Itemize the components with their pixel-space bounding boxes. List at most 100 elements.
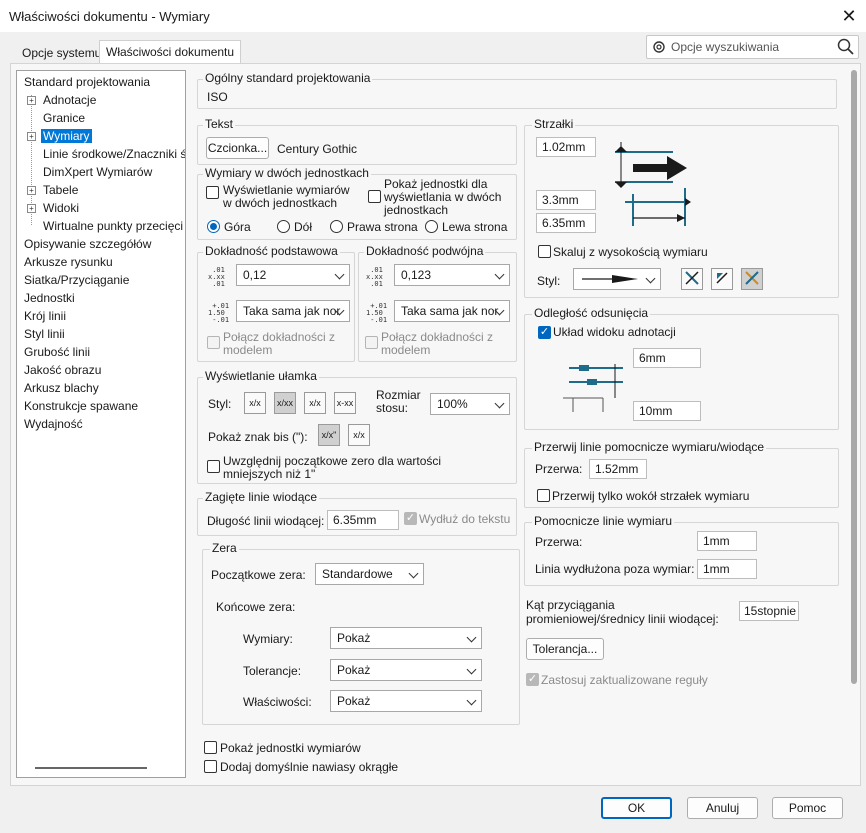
tab-system-options[interactable]: Opcje systemu [16, 42, 107, 64]
arrow-size-2-input[interactable]: 3.3mm [536, 190, 596, 210]
ok-button[interactable]: OK [601, 797, 672, 819]
break-lines-label: Przerwij linie pomocnicze wymiaru/wiodąc… [532, 440, 767, 454]
search-box[interactable]: Opcje wyszukiwania [646, 35, 859, 59]
panel-scrollbar[interactable] [851, 70, 857, 684]
tree-item-centerlines[interactable]: Linie środkowe/Znaczniki ś [43, 147, 185, 161]
tree-item-annotations[interactable]: Adnotacje [43, 93, 96, 107]
fraction-style-3-button[interactable]: x/x [304, 392, 326, 414]
leading-zero-checkbox[interactable] [207, 460, 220, 473]
ext-lines-label: Pomocnicze linie wymiaru [532, 514, 675, 528]
fraction-style-1-button[interactable]: x/x [244, 392, 266, 414]
offset-2-input[interactable]: 10mm [633, 401, 701, 421]
tab-document-properties[interactable]: Właściwości dokumentu [99, 40, 242, 64]
font-button[interactable]: Czcionka... [206, 137, 269, 159]
annotation-view-layout-checkbox[interactable]: ✓ [538, 326, 551, 339]
leading-zeros-select[interactable]: Standardowe [315, 563, 424, 585]
expand-icon[interactable]: + [27, 204, 36, 213]
arrows-label: Strzałki [532, 117, 576, 131]
help-button[interactable]: Pomoc [772, 797, 843, 819]
tree-item-line-style[interactable]: Styl linii [24, 327, 65, 341]
props-zeros-select[interactable]: Pokaż [330, 690, 482, 712]
primary-precision-select[interactable]: 0,12 [236, 264, 350, 286]
dual-link-label-2: modelem [381, 343, 431, 357]
tolerance-button[interactable]: Tolerancja... [526, 638, 604, 660]
position-left-label: Lewa strona [442, 220, 508, 234]
tree-item-standard[interactable]: Standard projektowania [24, 75, 150, 89]
category-tree[interactable]: Standard projektowania + Adnotacje Grani… [16, 70, 186, 778]
dual-units-label-1: Pokaż jednostki dla [384, 177, 488, 191]
close-icon[interactable]: ✕ [838, 5, 860, 27]
dual-precision-select[interactable]: 0,123 [394, 264, 510, 286]
break-only-arrows-checkbox[interactable] [537, 489, 550, 502]
position-left-radio[interactable] [425, 220, 438, 233]
zeros-label: Zera [210, 541, 239, 555]
leader-length-input[interactable]: 6.35mm [327, 510, 399, 530]
snap-angle-label-2: promieniowej/średnicy linii wiodącej: [526, 612, 719, 626]
tree-item-image-quality[interactable]: Jakość obrazu [24, 363, 101, 377]
position-top-radio[interactable] [207, 220, 220, 233]
tree-item-detailing[interactable]: Opisywanie szczegółów [24, 237, 151, 251]
show-units-checkbox[interactable] [204, 741, 217, 754]
extend-to-text-checkbox[interactable]: ✓ [404, 512, 417, 525]
snap-angle-label-1: Kąt przyciągania [526, 598, 615, 612]
tree-item-line-font[interactable]: Krój linii [24, 309, 66, 323]
ext-gap-input[interactable]: 1mm [697, 531, 757, 551]
position-bottom-radio[interactable] [277, 220, 290, 233]
tree-scrollbar[interactable] [35, 767, 147, 769]
tree-item-tables[interactable]: Tabele [43, 183, 78, 197]
tree-item-borders[interactable]: Granice [43, 111, 85, 125]
tree-item-virtual-sharps[interactable]: Wirtualne punkty przecięci [43, 219, 183, 233]
dual-link-checkbox[interactable] [365, 336, 378, 349]
cancel-button[interactable]: Anuluj [687, 797, 758, 819]
search-icon[interactable] [837, 38, 855, 56]
arrows-outside-button[interactable] [711, 268, 733, 290]
dual-display-checkbox[interactable] [206, 186, 219, 199]
tree-item-dimensions[interactable]: Wymiary [41, 129, 92, 143]
tree-item-weldments[interactable]: Konstrukcje spawane [24, 399, 138, 413]
tree-item-grid[interactable]: Siatka/Przyciąganie [24, 273, 129, 287]
position-right-radio[interactable] [330, 220, 343, 233]
title-bar: Właściwości dokumentu - Wymiary ✕ [0, 0, 866, 32]
tree-item-views[interactable]: Widoki [43, 201, 79, 215]
tree-item-units[interactable]: Jednostki [24, 291, 75, 305]
tree-item-performance[interactable]: Wydajność [24, 417, 83, 431]
ext-beyond-input[interactable]: 1mm [697, 559, 757, 579]
apply-rules-checkbox[interactable]: ✓ [526, 673, 539, 686]
apply-rules-label: Zastosuj zaktualizowane reguły [541, 673, 708, 687]
tree-item-line-thickness[interactable]: Grubość linii [24, 345, 90, 359]
dual-link-label-1: Połącz dokładności z [381, 330, 494, 344]
snap-angle-input[interactable]: 15stopnie [739, 601, 799, 621]
stack-size-label-2: stosu: [376, 401, 409, 415]
arrow-size-1-input[interactable]: 1.02mm [536, 137, 596, 157]
primary-link-checkbox[interactable] [207, 336, 220, 349]
tree-item-sheets[interactable]: Arkusze rysunku [24, 255, 113, 269]
scale-arrows-checkbox[interactable] [538, 245, 551, 258]
dual-tolerance-select[interactable]: Taka sama jak nor [394, 300, 510, 322]
arrows-inside-button[interactable] [681, 268, 703, 290]
dual-precision-label: Dokładność podwójna [364, 244, 486, 258]
dual-precision-value: 0,123 [401, 268, 432, 282]
offset-1-input[interactable]: 6mm [633, 348, 701, 368]
fraction-style-2-button[interactable]: x/xx [274, 392, 296, 414]
fraction-style-4-button[interactable]: x-xx [334, 392, 356, 414]
expand-icon[interactable]: + [27, 132, 36, 141]
tol-zeros-select[interactable]: Pokaż [330, 659, 482, 681]
stack-size-select[interactable]: 100% [430, 393, 510, 415]
arrow-style-icon [582, 275, 638, 283]
tree-item-sheet-metal[interactable]: Arkusz blachy [24, 381, 99, 395]
tree-item-dimxpert[interactable]: DimXpert Wymiarów [43, 165, 152, 179]
expand-icon[interactable]: + [27, 96, 36, 105]
bis-style-1-button[interactable]: x/x" [318, 424, 340, 446]
dual-units-checkbox[interactable] [368, 190, 381, 203]
break-gap-input[interactable]: 1.52mm [589, 459, 647, 479]
bis-style-2-button[interactable]: x/x [348, 424, 370, 446]
expand-icon[interactable]: + [27, 186, 36, 195]
primary-tolerance-select[interactable]: Taka sama jak nor [236, 300, 350, 322]
search-input[interactable]: Opcje wyszukiwania [671, 40, 779, 54]
dual-units-label-2: wyświetlania w dwóch [384, 190, 502, 204]
add-parens-checkbox[interactable] [204, 760, 217, 773]
arrow-size-3-input[interactable]: 6.35mm [536, 213, 596, 233]
dims-zeros-select[interactable]: Pokaż [330, 627, 482, 649]
arrows-smart-button[interactable] [741, 268, 763, 290]
arrow-style-select[interactable] [573, 268, 661, 290]
